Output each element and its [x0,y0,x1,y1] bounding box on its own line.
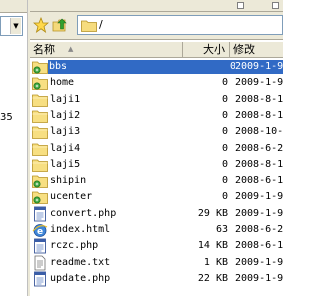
folder-icon [81,20,97,32]
folder-icon [32,124,48,140]
file-size: 22 KB [197,272,228,284]
left-panel-value: 35 [0,112,13,123]
file-name: update.php [50,272,111,284]
small-box-icon [272,2,279,9]
file-list-header: 名称 ▲ 大小 修改 [30,42,283,58]
file-name: bbs [48,60,185,74]
column-header-modified-label: 修改 [233,43,255,56]
file-size: 0 [221,175,228,187]
file-modified: 2009-1-9 [235,272,283,284]
path-input[interactable]: / [77,15,283,35]
file-row[interactable]: convert.php 29 KB 2009-1-9 [30,205,283,223]
file-row[interactable]: e index.html 63 2008-6-2 [30,221,283,239]
file-row[interactable]: update.php 22 KB 2009-1-9 [30,270,283,288]
folder-special-icon [32,75,48,91]
folder-icon [32,108,48,124]
file-modified: 2008-6-1 [235,175,283,187]
left-panel: ▼ 35 [0,0,27,296]
file-row[interactable]: ucenter 0 2009-1-9 [30,188,283,206]
file-size: 0 [221,77,228,89]
file-modified: 2008-6-2 [235,224,283,235]
file-row[interactable]: laji3 0 2008-10- [30,123,283,141]
local-drive-dropdown[interactable]: ▼ [0,16,23,36]
folder-special-icon [32,173,48,189]
file-size: 29 KB [197,207,228,219]
column-header-size-label: 大小 [203,43,225,56]
column-header-modified[interactable]: 修改 [230,42,283,57]
file-size: 0 [221,158,228,170]
favorites-button[interactable] [33,17,49,33]
file-size: 0 [221,142,228,154]
remote-panel: / 名称 ▲ 大小 修改 bbs 0 2009-1-9 home 0 2009-1-9 la… [30,0,283,296]
file-name: laji2 [50,109,81,121]
file-row[interactable]: shipin 0 2008-6-1 [30,172,283,190]
file-name: shipin [50,175,87,187]
file-name: rczc.php [50,240,99,252]
file-name: laji1 [50,93,81,105]
text-file-icon [32,255,48,271]
file-modified: 2009-1-9 [235,207,283,219]
file-row[interactable]: laji5 0 2008-8-1 [30,156,283,174]
file-size: 0 [183,60,242,74]
ie-html-file-icon: e [32,222,48,238]
sort-ascending-icon: ▲ [68,45,74,53]
left-panel-toolbar [0,0,27,13]
php-file-icon [32,238,48,254]
file-modified: 2009-1-9 [235,77,283,89]
file-name: laji4 [50,142,81,154]
php-file-icon [32,206,48,222]
file-modified: 2008-8-1 [235,109,283,121]
file-modified: 2008-6-1 [235,240,283,252]
column-header-name-label: 名称 [33,43,55,56]
path-text: / [99,18,103,31]
file-row[interactable]: readme.txt 1 KB 2009-1-9 [30,254,283,272]
file-modified: 2009-1-9 [235,60,283,74]
column-header-name[interactable]: 名称 ▲ [30,42,183,57]
file-modified: 2009-1-9 [235,191,283,203]
file-size: 0 [221,126,228,138]
column-header-size[interactable]: 大小 [183,42,230,57]
file-row[interactable]: laji4 0 2008-6-2 [30,140,283,158]
file-modified: 2009-1-9 [235,256,283,268]
file-size: 14 KB [197,240,228,252]
file-row[interactable]: home 0 2009-1-9 [30,74,283,92]
file-size: 0 [221,109,228,121]
folder-icon [32,157,48,173]
file-modified: 2008-8-1 [235,93,283,105]
folder-special-icon [32,189,48,205]
folder-icon [32,92,48,108]
file-row[interactable]: laji2 0 2008-8-1 [30,107,283,125]
file-row[interactable]: laji1 0 2008-8-1 [30,91,283,109]
folder-icon [32,141,48,157]
file-modified: 2008-6-2 [235,142,283,154]
chevron-down-icon[interactable]: ▼ [10,18,21,34]
file-modified: 2008-10- [235,126,283,138]
file-list: bbs 0 2009-1-9 home 0 2009-1-9 laji1 0 2008-8-1 l… [30,58,283,296]
file-size: 1 KB [203,256,228,268]
small-box-icon [237,2,244,9]
file-name: convert.php [50,207,117,219]
remote-toolbar: / [30,12,283,40]
file-name: ucenter [50,191,93,203]
file-size: 0 [221,191,228,203]
file-size: 0 [221,93,228,105]
file-name: laji3 [50,126,81,138]
folder-up-icon [52,18,67,32]
file-name: laji5 [50,158,81,170]
file-name: home [50,77,75,89]
file-modified: 2008-8-1 [235,158,283,170]
svg-text:e: e [37,227,43,237]
star-icon [33,17,49,33]
file-row[interactable]: rczc.php 14 KB 2008-6-1 [30,237,283,255]
php-file-icon [32,271,48,287]
file-name: readme.txt [50,256,111,268]
parent-folder-button[interactable] [52,17,70,33]
file-row[interactable]: bbs 0 2009-1-9 [30,58,283,76]
file-name: index.html [50,224,111,235]
remote-panel-top-strip [30,0,283,12]
file-size: 63 [215,224,228,235]
folder-special-icon [32,59,48,75]
